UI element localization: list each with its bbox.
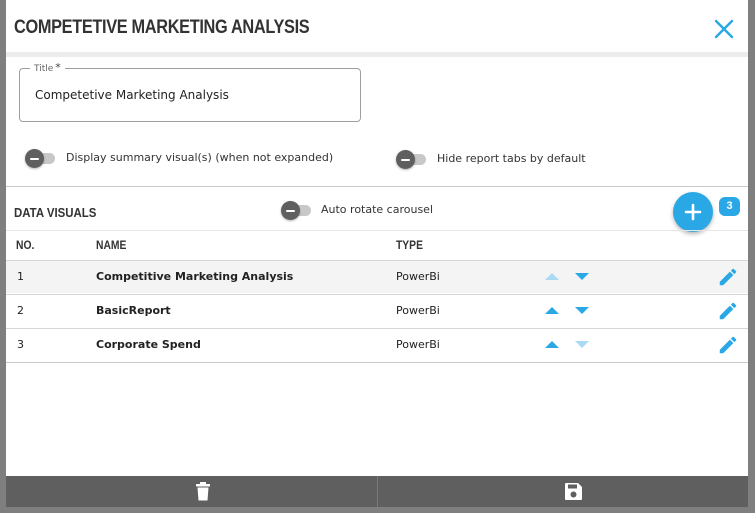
move-down-icon[interactable] [575, 340, 589, 349]
toggle-thumb [25, 149, 44, 168]
dialog-title: COMPETETIVE MARKETING ANALYSIS [14, 17, 310, 38]
move-down-icon[interactable] [575, 272, 589, 281]
table-row: 3 Corporate Spend PowerBi [6, 328, 748, 363]
row-name: BasicReport [96, 304, 171, 317]
row-name: Competitive Marketing Analysis [96, 270, 294, 283]
move-up-icon[interactable] [545, 272, 559, 281]
table-row: 1 Competitive Marketing Analysis PowerBi [6, 260, 748, 293]
display-summary-toggle[interactable] [25, 149, 61, 169]
edit-pencil-icon[interactable] [717, 266, 739, 288]
save-button[interactable] [378, 476, 748, 507]
column-header-no: NO. [16, 238, 35, 252]
display-summary-label: Display summary visual(s) (when not expa… [66, 151, 334, 164]
move-up-icon[interactable] [545, 306, 559, 315]
hide-report-tabs-toggle[interactable] [396, 150, 432, 170]
title-field[interactable]: Title * [19, 61, 361, 122]
row-name: Corporate Spend [96, 338, 201, 351]
close-icon [714, 19, 734, 39]
row-type: PowerBi [396, 270, 440, 283]
title-field-label: Title * [30, 61, 65, 76]
move-up-icon[interactable] [545, 340, 559, 349]
auto-rotate-label: Auto rotate carousel [321, 203, 434, 216]
plus-icon [684, 203, 702, 221]
header-divider [6, 230, 748, 231]
table-row: 2 BasicReport PowerBi [6, 294, 748, 327]
data-visuals-title: DATA VISUALS [14, 205, 97, 220]
title-label-text: Title [34, 64, 54, 74]
column-header-name: NAME [96, 238, 127, 252]
save-icon [565, 483, 582, 500]
column-header-type: TYPE [396, 238, 423, 252]
toggle-thumb [396, 150, 415, 169]
edit-report-dialog: COMPETETIVE MARKETING ANALYSIS Title* Di… [6, 0, 748, 507]
section-divider [6, 186, 748, 187]
visual-count-badge: 3 [719, 197, 740, 216]
hide-report-tabs-label: Hide report tabs by default [437, 152, 586, 165]
row-type: PowerBi [396, 304, 440, 317]
row-number: 1 [17, 270, 24, 283]
trash-icon [196, 482, 210, 501]
edit-pencil-icon[interactable] [717, 300, 739, 322]
dialog-footer [6, 476, 748, 507]
title-input[interactable] [35, 88, 345, 102]
dialog-header: COMPETETIVE MARKETING ANALYSIS [6, 0, 748, 57]
add-visual-button[interactable] [673, 192, 713, 232]
row-number: 2 [17, 304, 24, 317]
row-type: PowerBi [396, 338, 440, 351]
delete-button[interactable] [6, 476, 377, 507]
auto-rotate-toggle[interactable] [281, 201, 317, 221]
move-down-icon[interactable] [575, 306, 589, 315]
toggle-thumb [281, 201, 300, 220]
required-marker: * [55, 61, 61, 74]
edit-pencil-icon[interactable] [717, 334, 739, 356]
close-button[interactable] [713, 18, 735, 40]
row-number: 3 [17, 338, 24, 351]
